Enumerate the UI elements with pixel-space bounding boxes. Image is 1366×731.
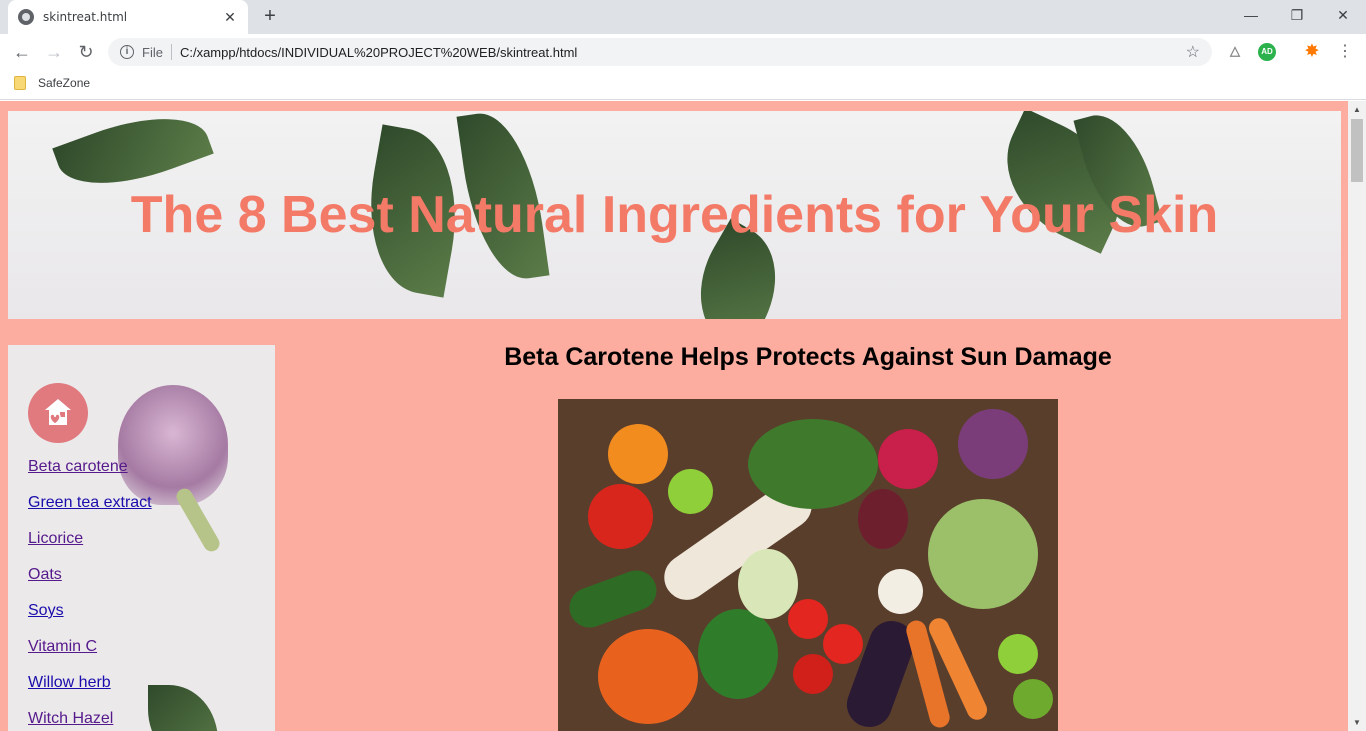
beet-shape bbox=[858, 489, 908, 549]
leaf-image bbox=[148, 685, 218, 731]
apple-shape bbox=[668, 469, 713, 514]
tomato-shape bbox=[793, 654, 833, 694]
drive-icon[interactable]: △ bbox=[1226, 43, 1244, 61]
forward-button[interactable]: → bbox=[42, 40, 66, 64]
bookmarks-bar: SafeZone bbox=[0, 70, 1366, 100]
bookmark-label: SafeZone bbox=[38, 76, 91, 90]
sidebar-link-green-tea-extract[interactable]: Green tea extract bbox=[28, 493, 152, 529]
pepper-shape bbox=[608, 424, 668, 484]
ingredient-links: Beta carotene Green tea extract Licorice… bbox=[28, 457, 152, 731]
restore-button[interactable]: ❐ bbox=[1274, 0, 1320, 30]
file-label: File bbox=[142, 44, 163, 60]
cabbage-red-shape bbox=[958, 409, 1028, 479]
tab-title: skintreat.html bbox=[43, 10, 128, 24]
tab-close-icon[interactable]: ✕ bbox=[222, 9, 238, 26]
section-heading: Beta Carotene Helps Protects Against Sun… bbox=[504, 343, 1112, 371]
bookmark-safezone[interactable]: SafeZone bbox=[14, 76, 90, 90]
fennel-shape bbox=[738, 549, 798, 619]
pepper-shape bbox=[588, 484, 653, 549]
sidebar-link-vitamin-c[interactable]: Vitamin C bbox=[28, 637, 152, 673]
page-viewport: The 8 Best Natural Ingredients for Your … bbox=[0, 101, 1348, 731]
address-bar[interactable]: i File C:/xampp/htdocs/INDIVIDUAL%20PROJ… bbox=[108, 38, 1212, 66]
avast-icon[interactable]: ✸ bbox=[1303, 43, 1321, 61]
window-close-button[interactable]: ✕ bbox=[1320, 0, 1366, 30]
home-heart-icon[interactable] bbox=[28, 383, 88, 443]
minimize-button[interactable]: — bbox=[1228, 0, 1274, 30]
browser-tab[interactable]: skintreat.html ✕ bbox=[8, 0, 248, 34]
zucchini-shape bbox=[563, 564, 663, 634]
page-scrollbar[interactable]: ▲ ▼ bbox=[1348, 101, 1366, 731]
globe-icon bbox=[18, 9, 34, 25]
scroll-down-icon[interactable]: ▼ bbox=[1348, 714, 1366, 731]
pumpkin-shape bbox=[598, 629, 698, 724]
scroll-thumb[interactable] bbox=[1351, 119, 1363, 182]
scroll-up-icon[interactable]: ▲ bbox=[1348, 101, 1366, 118]
sidebar-link-oats[interactable]: Oats bbox=[28, 565, 152, 601]
url-text[interactable]: C:/xampp/htdocs/INDIVIDUAL%20PROJECT%20W… bbox=[180, 45, 1186, 60]
sidebar-link-beta-carotene[interactable]: Beta carotene bbox=[28, 457, 152, 493]
page-title: The 8 Best Natural Ingredients for Your … bbox=[130, 186, 1219, 244]
divider bbox=[170, 44, 172, 60]
tab-strip: skintreat.html ✕ + — ❐ ✕ bbox=[0, 0, 1366, 34]
radish-bunch-shape bbox=[878, 429, 938, 489]
cucumber-shape bbox=[1013, 679, 1053, 719]
new-tab-button[interactable]: + bbox=[258, 5, 282, 29]
browser-toolbar: ← → ↻ i File C:/xampp/htdocs/INDIVIDUAL%… bbox=[0, 34, 1366, 70]
sidebar-link-soys[interactable]: Soys bbox=[28, 601, 152, 637]
tomato-shape bbox=[788, 599, 828, 639]
tomato-shape bbox=[823, 624, 863, 664]
adguard-icon[interactable]: AD bbox=[1258, 43, 1276, 61]
sidebar-nav: Beta carotene Green tea extract Licorice… bbox=[8, 345, 275, 731]
sidebar-link-licorice[interactable]: Licorice bbox=[28, 529, 152, 565]
header-banner: The 8 Best Natural Ingredients for Your … bbox=[8, 111, 1341, 319]
sidebar-link-willow-herb[interactable]: Willow herb bbox=[28, 673, 152, 709]
apple-shape bbox=[998, 634, 1038, 674]
greens-shape bbox=[748, 419, 878, 509]
info-icon[interactable]: i bbox=[120, 45, 134, 59]
sidebar-link-witch-hazel[interactable]: Witch Hazel bbox=[28, 709, 152, 731]
cabbage-shape bbox=[928, 499, 1038, 609]
menu-icon[interactable]: ⋮ bbox=[1333, 40, 1357, 64]
folder-icon bbox=[14, 76, 26, 90]
bookmark-star-icon[interactable]: ☆ bbox=[1186, 42, 1200, 62]
vegetables-image bbox=[558, 399, 1058, 731]
reload-button[interactable]: ↻ bbox=[74, 40, 98, 64]
herbs-shape bbox=[698, 609, 778, 699]
garlic-shape bbox=[878, 569, 923, 614]
back-button[interactable]: ← bbox=[10, 40, 34, 64]
